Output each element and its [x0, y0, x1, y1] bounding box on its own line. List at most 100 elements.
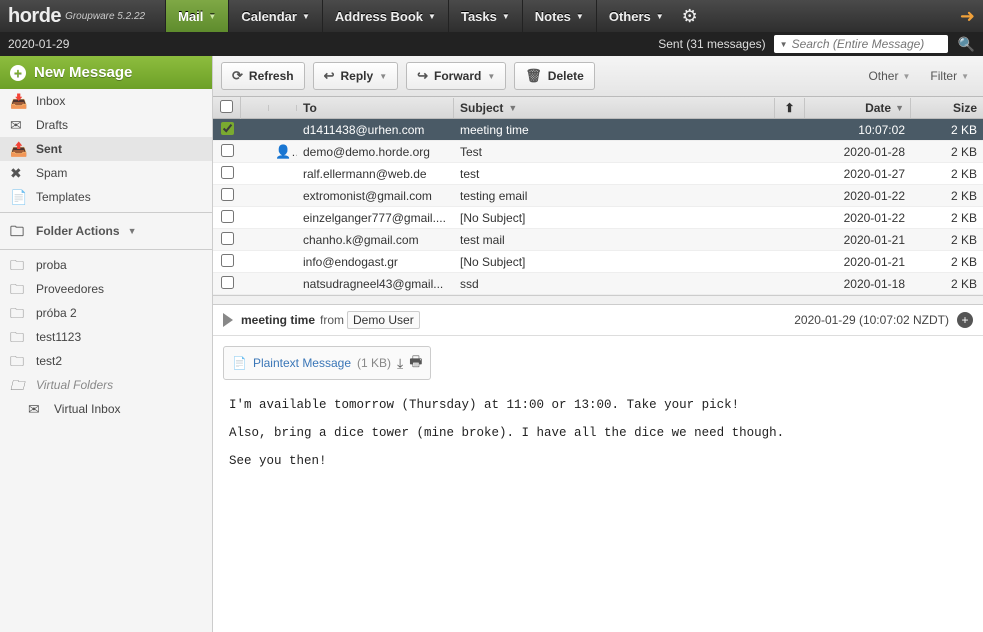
sort-indicator-icon: ▼ — [895, 103, 904, 113]
sidebar-item-drafts[interactable]: ✉Drafts — [0, 113, 212, 137]
inbox-icon: 📥 — [10, 94, 28, 108]
gear-icon[interactable]: ⚙ — [682, 6, 698, 27]
sidebar-folder[interactable]: 🗀próba 2 — [0, 301, 212, 325]
nav-calendar[interactable]: Calendar▼ — [228, 0, 322, 32]
splitter[interactable] — [213, 295, 983, 305]
reply-button[interactable]: ↩ Reply ▼ — [313, 62, 399, 90]
folder-icon: 🗀 — [10, 224, 28, 238]
message-row[interactable]: info@endogast.gr[No Subject]2020-01-212 … — [213, 251, 983, 273]
row-checkbox[interactable] — [221, 166, 234, 179]
row-checkbox[interactable] — [221, 232, 234, 245]
row-size: 2 KB — [911, 208, 983, 228]
forward-button[interactable]: ↪ Forward ▼ — [406, 62, 506, 90]
chevron-down-icon[interactable]: ▼ — [379, 72, 387, 81]
col-direction[interactable]: ⬆ — [775, 98, 805, 118]
nav-tasks[interactable]: Tasks▼ — [448, 0, 522, 32]
nav-address-book[interactable]: Address Book▼ — [322, 0, 448, 32]
col-date[interactable]: Date ▼ — [805, 98, 911, 118]
refresh-button[interactable]: ⟳ Refresh — [221, 62, 305, 90]
chevron-down-icon: ▼ — [576, 12, 584, 21]
message-row[interactable]: ralf.ellermann@web.detest2020-01-272 KB — [213, 163, 983, 185]
preview-from-user[interactable]: Demo User — [347, 311, 420, 329]
chevron-down-icon[interactable]: ▼ — [780, 40, 788, 49]
expand-icon[interactable] — [223, 313, 233, 327]
row-date: 2020-01-22 — [805, 186, 911, 206]
sidebar-item-templates[interactable]: 📄Templates — [0, 185, 212, 209]
message-row[interactable]: d1411438@urhen.commeeting time10:07:022 … — [213, 119, 983, 141]
message-row[interactable]: 👤demo@demo.horde.orgTest2020-01-282 KB — [213, 141, 983, 163]
col-flag2[interactable] — [269, 105, 297, 111]
sidebar-item-label: Spam — [36, 166, 67, 180]
row-arrow — [775, 127, 805, 133]
row-checkbox[interactable] — [221, 144, 234, 157]
row-flag — [241, 259, 269, 265]
col-date-label: Date — [865, 101, 891, 115]
logo: horde — [8, 5, 61, 28]
row-to: info@endogast.gr — [297, 252, 454, 272]
row-personal — [269, 259, 297, 265]
plaintext-link[interactable]: Plaintext Message — [253, 356, 351, 370]
content: ⟳ Refresh ↩ Reply ▼ ↪ Forward ▼ 🗑 Delete… — [213, 56, 983, 632]
row-checkbox[interactable] — [221, 210, 234, 223]
sidebar-item-label: Drafts — [36, 118, 68, 132]
row-to: extromonist@gmail.com — [297, 186, 454, 206]
row-to: d1411438@urhen.com — [297, 120, 454, 140]
row-size: 2 KB — [911, 120, 983, 140]
delete-button[interactable]: 🗑 Delete — [514, 62, 595, 90]
folder-actions[interactable]: 🗀 Folder Actions ▼ — [0, 216, 212, 246]
download-icon[interactable]: ⤓ — [397, 355, 403, 372]
sub-bar: 2020-01-29 Sent (31 messages) ▼ 🔍 — [0, 32, 983, 56]
sidebar-item-label: proba — [36, 258, 67, 272]
row-size: 2 KB — [911, 274, 983, 294]
row-size: 2 KB — [911, 164, 983, 184]
row-arrow — [775, 259, 805, 265]
row-date: 2020-01-22 — [805, 208, 911, 228]
sidebar-item-label: Proveedores — [36, 282, 104, 296]
search-box[interactable]: ▼ — [774, 35, 948, 53]
col-subject[interactable]: Subject ▼ — [454, 98, 775, 118]
sidebar-item-sent[interactable]: 📤Sent — [0, 137, 212, 161]
col-flag1[interactable] — [241, 105, 269, 111]
virtual-folders[interactable]: 🗀 Virtual Folders — [0, 373, 212, 397]
row-checkbox[interactable] — [221, 122, 234, 135]
message-row[interactable]: natsudragneel43@gmail...ssd2020-01-182 K… — [213, 273, 983, 295]
other-menu[interactable]: Other ▼ — [862, 69, 916, 83]
add-icon[interactable]: + — [957, 312, 973, 328]
nav-notes[interactable]: Notes▼ — [522, 0, 596, 32]
nav-others[interactable]: Others▼ — [596, 0, 676, 32]
row-subject: test mail — [454, 230, 775, 250]
print-icon[interactable]: 🖶 — [409, 351, 422, 375]
row-checkbox[interactable] — [221, 188, 234, 201]
row-to: ralf.ellermann@web.de — [297, 164, 454, 184]
chevron-down-icon[interactable]: ▼ — [487, 72, 495, 81]
filter-menu[interactable]: Filter ▼ — [924, 69, 975, 83]
row-size: 2 KB — [911, 230, 983, 250]
sidebar-item-spam[interactable]: ✖Spam — [0, 161, 212, 185]
row-checkbox[interactable] — [221, 276, 234, 289]
logout-icon[interactable]: ➜ — [960, 6, 975, 27]
message-row[interactable]: extromonist@gmail.comtesting email2020-0… — [213, 185, 983, 207]
message-row[interactable]: einzelganger777@gmail....[No Subject]202… — [213, 207, 983, 229]
message-row[interactable]: chanho.k@gmail.comtest mail2020-01-212 K… — [213, 229, 983, 251]
sidebar-folder[interactable]: 🗀proba — [0, 253, 212, 277]
sidebar-item-virtual-inbox[interactable]: ✉ Virtual Inbox — [0, 397, 212, 421]
sidebar-folder[interactable]: 🗀 Proveedores — [0, 277, 212, 301]
sidebar-folder[interactable]: 🗀test1123 — [0, 325, 212, 349]
search-input[interactable] — [792, 37, 942, 51]
sidebar-item-inbox[interactable]: 📥Inbox — [0, 89, 212, 113]
sidebar-folder[interactable]: 🗀test2 — [0, 349, 212, 373]
sent-icon: 📤 — [10, 142, 28, 156]
folder-icon: 🗀 — [10, 282, 28, 296]
row-subject: meeting time — [454, 120, 775, 140]
sidebar: + New Message 📥Inbox✉Drafts📤Sent✖Spam📄Te… — [0, 56, 213, 632]
nav-mail[interactable]: Mail▼ — [165, 0, 228, 32]
forward-label: Forward — [434, 69, 481, 83]
row-checkbox[interactable] — [221, 254, 234, 267]
search-icon[interactable]: 🔍 — [958, 36, 975, 53]
col-size[interactable]: Size — [911, 98, 983, 118]
col-to[interactable]: To — [297, 98, 454, 118]
select-all-checkbox[interactable] — [213, 97, 241, 119]
new-message-label: New Message — [34, 64, 132, 81]
new-message-button[interactable]: + New Message — [0, 56, 212, 89]
person-icon: 👤 — [275, 144, 297, 159]
